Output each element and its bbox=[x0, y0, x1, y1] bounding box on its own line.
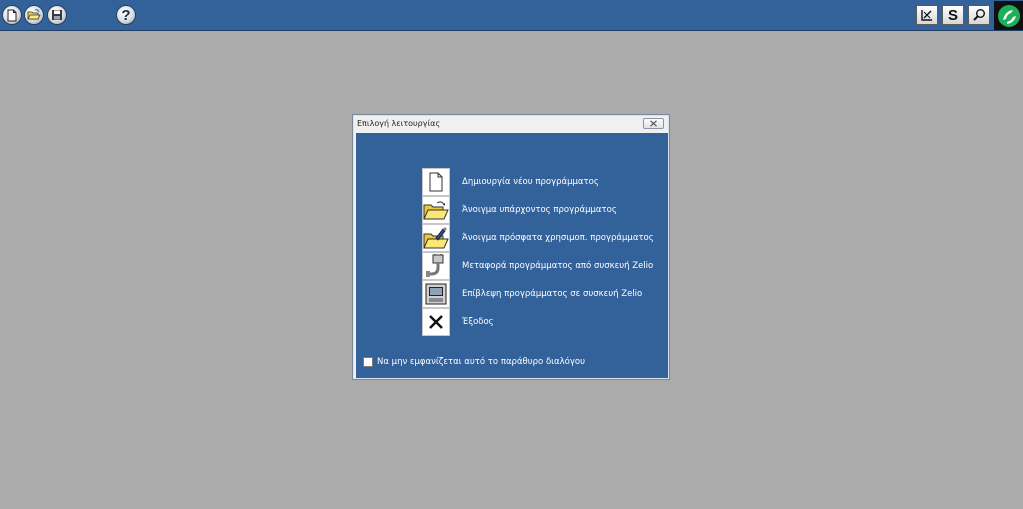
exit-x-icon bbox=[429, 315, 443, 329]
transfer-plug-icon bbox=[426, 254, 444, 277]
dont-show-again-label[interactable]: Να μην εμφανίζεται αυτό το παράθυρο διαλ… bbox=[377, 357, 585, 367]
mode-selection-dialog: Επιλογή λειτουργίας Δημιουργία νέου προγ… bbox=[352, 114, 670, 380]
dialog-body: Δημιουργία νέου προγράμματος Άνοιγμα υπά… bbox=[356, 133, 668, 378]
option-label[interactable]: Άνοιγμα πρόσφατα χρησιμοπ. προγράμματος bbox=[462, 233, 654, 243]
option-monitor-program[interactable]: Επίβλεψη προγράμματος σε συσκευή Zelio bbox=[422, 280, 642, 308]
save-button[interactable] bbox=[47, 5, 67, 25]
simulation-icon: S bbox=[947, 6, 958, 24]
dont-show-again-checkbox[interactable] bbox=[363, 357, 373, 367]
zoom-button[interactable] bbox=[968, 5, 990, 25]
new-document-button[interactable] bbox=[2, 5, 22, 25]
save-disk-icon bbox=[52, 10, 62, 20]
new-document-icon bbox=[7, 9, 17, 21]
help-icon: ? bbox=[121, 6, 131, 24]
recent-folder-icon bbox=[423, 227, 449, 249]
zoom-icon bbox=[973, 9, 985, 21]
option-icon-box[interactable] bbox=[422, 168, 450, 196]
option-icon-box[interactable] bbox=[422, 308, 450, 336]
dialog-title: Επιλογή λειτουργίας bbox=[357, 119, 441, 128]
app-logo bbox=[994, 1, 1023, 30]
option-label[interactable]: Επίβλεψη προγράμματος σε συσκευή Zelio bbox=[462, 289, 642, 299]
option-icon-box[interactable] bbox=[422, 252, 450, 280]
close-icon bbox=[650, 120, 657, 127]
option-new-program[interactable]: Δημιουργία νέου προγράμματος bbox=[422, 168, 599, 196]
simulation-button[interactable]: S bbox=[942, 5, 964, 25]
open-folder-icon bbox=[423, 201, 449, 220]
edit-program-icon bbox=[921, 10, 932, 21]
option-icon-box[interactable] bbox=[422, 224, 450, 252]
option-recent-program[interactable]: Άνοιγμα πρόσφατα χρησιμοπ. προγράμματος bbox=[422, 224, 654, 252]
help-button[interactable]: ? bbox=[116, 5, 136, 25]
dialog-close-button[interactable] bbox=[643, 118, 664, 129]
open-file-button[interactable] bbox=[24, 5, 44, 25]
option-label[interactable]: Άνοιγμα υπάρχοντος προγράμματος bbox=[462, 205, 617, 215]
option-icon-box[interactable] bbox=[422, 280, 450, 308]
option-open-program[interactable]: Άνοιγμα υπάρχοντος προγράμματος bbox=[422, 196, 617, 224]
open-folder-icon bbox=[27, 9, 41, 20]
monitor-device-icon bbox=[425, 283, 447, 305]
option-icon-box[interactable] bbox=[422, 196, 450, 224]
option-transfer-program[interactable]: Μεταφορά προγράμματος από συσκευή Zelio bbox=[422, 252, 653, 280]
new-document-icon bbox=[429, 172, 443, 192]
option-label[interactable]: Μεταφορά προγράμματος από συσκευή Zelio bbox=[462, 261, 653, 271]
main-toolbar: ? S bbox=[0, 0, 1023, 31]
zelio-logo-icon bbox=[997, 4, 1020, 27]
edit-program-button[interactable] bbox=[916, 5, 938, 25]
option-exit[interactable]: Έξοδος bbox=[422, 308, 494, 336]
option-label[interactable]: Έξοδος bbox=[462, 317, 494, 327]
option-label[interactable]: Δημιουργία νέου προγράμματος bbox=[462, 177, 599, 187]
dont-show-again-row[interactable]: Να μην εμφανίζεται αυτό το παράθυρο διαλ… bbox=[363, 357, 585, 367]
